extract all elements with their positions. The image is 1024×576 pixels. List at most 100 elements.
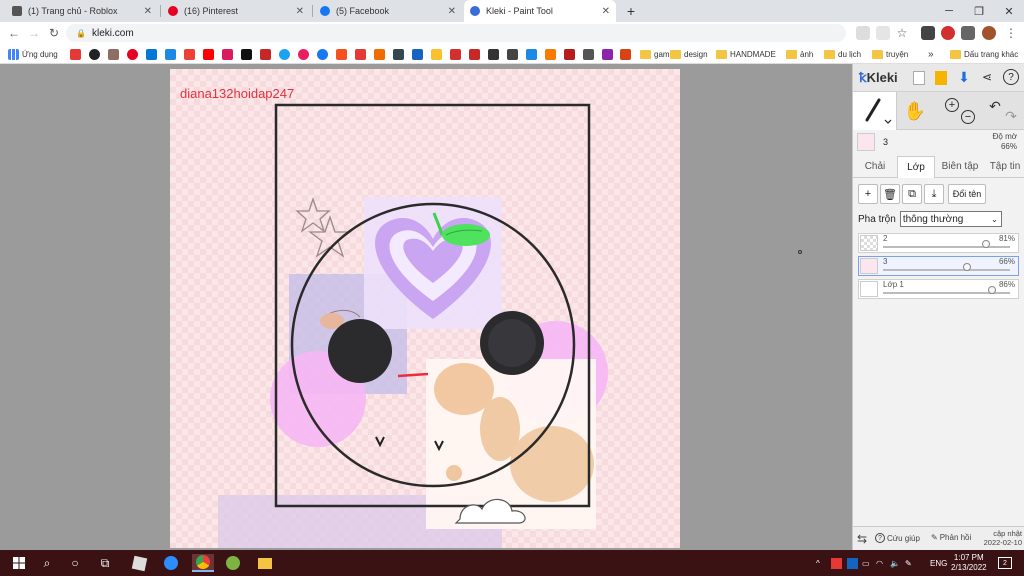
tab-edit[interactable]: Biên tập [937, 156, 983, 178]
tray-overflow-icon[interactable]: ^ [816, 550, 820, 576]
bookmark-folder-other[interactable]: Dấu trang khác [950, 47, 1018, 61]
avatar[interactable] [982, 26, 996, 40]
slider-knob[interactable] [962, 263, 971, 271]
layer-opacity-slider[interactable] [883, 286, 1010, 294]
bookmark-12[interactable] [279, 47, 293, 61]
bookmark-3[interactable] [108, 47, 122, 61]
volume-icon[interactable]: 🔈 [890, 550, 900, 576]
bookmark-17[interactable] [374, 47, 388, 61]
bookmark-30[interactable] [620, 47, 634, 61]
bookmark-folder-dulich[interactable]: du lịch [824, 47, 861, 61]
chrome-taskbar-icon[interactable] [192, 554, 214, 572]
cortana-icon[interactable]: ○ [66, 554, 84, 572]
merge-layer-button[interactable]: ⤓ [924, 184, 944, 204]
undo-icon[interactable]: ↶ [987, 98, 1003, 114]
bookmark-27[interactable] [564, 47, 578, 61]
bookmark-15[interactable] [336, 47, 350, 61]
address-bar[interactable]: 🔒 kleki.com [66, 24, 846, 42]
new-tab-button[interactable]: + [620, 0, 642, 22]
search-icon[interactable]: ⌕ [38, 554, 56, 572]
layer-item-2[interactable]: 2 81% [858, 233, 1019, 253]
app-icon[interactable] [130, 554, 148, 572]
taskbar-app-icon[interactable] [224, 554, 242, 572]
tab-facebook[interactable]: (5) Facebook ✕ [314, 0, 462, 22]
download-icon[interactable]: ⬇ [957, 69, 971, 85]
file-explorer-icon[interactable] [256, 554, 274, 572]
bookmark-folder-anh[interactable]: ảnh [786, 47, 813, 61]
bookmark-folder-truyen[interactable]: truyện [872, 47, 908, 61]
bookmarks-overflow-button[interactable]: » [928, 47, 934, 61]
close-tab-icon[interactable]: ✕ [602, 6, 610, 17]
add-layer-button[interactable]: + [858, 184, 878, 204]
notification-icon[interactable]: 2 [998, 550, 1012, 576]
slider-knob[interactable] [981, 240, 990, 248]
adblock-icon[interactable] [941, 26, 955, 40]
bookmark-7[interactable] [184, 47, 198, 61]
tab-roblox[interactable]: (1) Trang chủ - Roblox ✕ [6, 0, 158, 22]
close-tab-icon[interactable]: ✕ [448, 6, 456, 17]
windows-start-icon[interactable] [10, 554, 28, 572]
tab-layers[interactable]: Lớp [897, 156, 935, 178]
bookmark-21[interactable] [450, 47, 464, 61]
clock[interactable]: 1:07 PM 2/13/2022 [951, 550, 987, 576]
bookmark-16[interactable] [355, 47, 369, 61]
update-info[interactable]: cập nhật 2022-02-10 [984, 529, 1022, 547]
swap-side-icon[interactable]: ⇆ [857, 532, 867, 546]
delete-layer-button[interactable]: 🗑 [880, 184, 900, 204]
bookmark-13[interactable] [298, 47, 312, 61]
bookmark-6[interactable] [165, 47, 179, 61]
star-icon[interactable]: ☆ [895, 26, 909, 40]
zoom-in-icon[interactable]: + [945, 98, 959, 112]
bookmark-4[interactable] [127, 47, 141, 61]
duplicate-layer-button[interactable]: ⧉ [902, 184, 922, 204]
redo-icon[interactable]: ↷ [1003, 108, 1019, 124]
language-indicator[interactable]: ENG [930, 550, 947, 576]
battery-icon[interactable]: ▭ [862, 550, 870, 576]
back-button[interactable]: ← [6, 25, 22, 41]
share-icon[interactable] [876, 26, 890, 40]
bookmark-apps[interactable]: Ứng dụng [8, 47, 58, 61]
tray-app-icon[interactable] [831, 550, 842, 576]
workspace[interactable]: diana132hoidap247 [0, 64, 852, 550]
minimize-button[interactable]: ─ [934, 0, 964, 22]
task-view-icon[interactable]: ⧉ [96, 554, 114, 572]
bookmark-23[interactable] [488, 47, 502, 61]
bookmark-9[interactable] [222, 47, 236, 61]
restore-button[interactable]: ❐ [964, 0, 994, 22]
help-button[interactable]: ? Cứu giúp [875, 533, 920, 543]
menu-icon[interactable]: ⋮ [1004, 26, 1018, 40]
bookmark-folder-design[interactable]: design [670, 47, 708, 61]
close-window-button[interactable]: ✕ [994, 0, 1024, 22]
bookmark-28[interactable] [583, 47, 597, 61]
bookmark-19[interactable] [412, 47, 426, 61]
tray-app-icon[interactable] [847, 550, 858, 576]
network-icon[interactable]: ◠ [876, 550, 883, 576]
bookmark-24[interactable] [507, 47, 521, 61]
tray-icon[interactable]: ✎ [905, 550, 912, 576]
layer-opacity-slider[interactable] [883, 263, 1010, 271]
forward-button[interactable]: → [26, 25, 42, 41]
bookmark-22[interactable] [469, 47, 483, 61]
bookmark-29[interactable] [602, 47, 616, 61]
bookmark-14[interactable] [317, 47, 331, 61]
drawing-canvas[interactable]: diana132hoidap247 [170, 69, 680, 548]
layer-item-3[interactable]: 3 66% [858, 256, 1019, 276]
bookmark-1[interactable] [70, 47, 84, 61]
bookmark-8[interactable] [203, 47, 217, 61]
zoom-out-icon[interactable]: − [961, 110, 975, 124]
rename-layer-button[interactable]: Đổi tên [948, 184, 986, 204]
close-tab-icon[interactable]: ✕ [296, 6, 304, 17]
feedback-button[interactable]: ✎ Phản hồi [931, 533, 971, 542]
hand-tool-icon[interactable]: ✋ [903, 100, 927, 122]
open-folder-icon[interactable] [935, 71, 947, 85]
help-icon[interactable]: ? [1003, 69, 1019, 85]
tab-pinterest[interactable]: (16) Pinterest ✕ [162, 0, 310, 22]
bookmark-20[interactable] [431, 47, 445, 61]
tab-kleki[interactable]: Kleki - Paint Tool ✕ [464, 0, 616, 22]
bookmark-18[interactable] [393, 47, 407, 61]
bookmark-5[interactable] [146, 47, 160, 61]
blend-mode-select[interactable]: thông thường ⌄ [899, 211, 1002, 227]
tab-file[interactable]: Tập tin [985, 156, 1024, 178]
close-tab-icon[interactable]: ✕ [144, 6, 152, 17]
bookmark-25[interactable] [526, 47, 540, 61]
